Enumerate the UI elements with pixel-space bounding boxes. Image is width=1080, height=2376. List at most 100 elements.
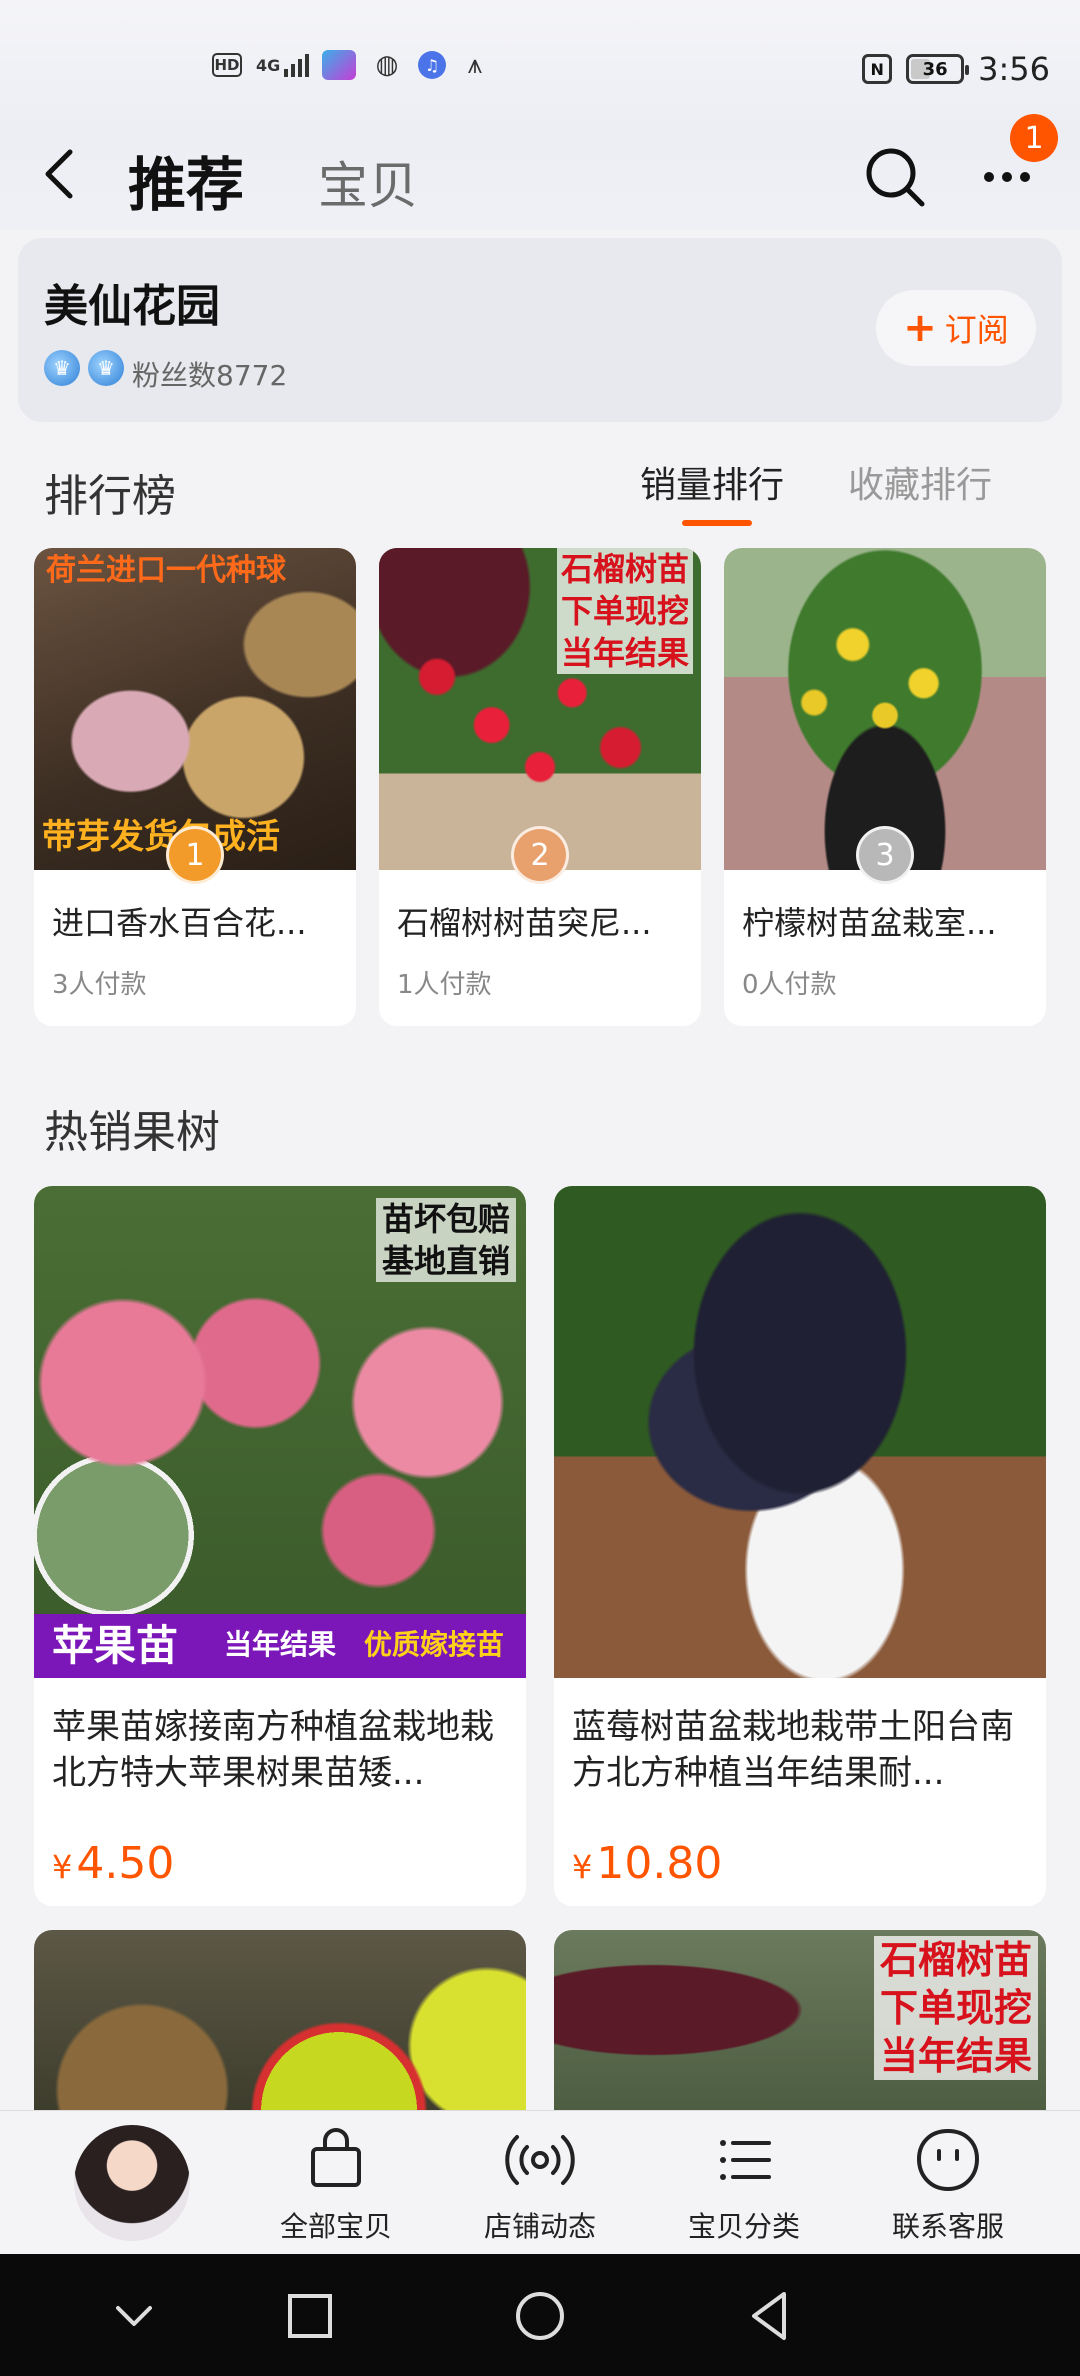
tab-recommend[interactable]: 推荐 (128, 138, 244, 222)
tool-label: 店铺动态 (483, 2210, 596, 2243)
alipay-icon: ⩚ (467, 49, 483, 80)
currency-symbol: ¥ (52, 1848, 73, 1886)
crown-icon: ♛ (44, 350, 80, 386)
payers-count: 0人付款 (742, 970, 837, 1000)
price-value: 10.80 (596, 1838, 723, 1889)
crown-icon: ♛ (88, 350, 124, 386)
signal-icon: 4G (256, 50, 310, 80)
tool-label: 全部宝贝 (279, 2210, 392, 2243)
music-icon: ♫ (418, 51, 446, 79)
top-nav: 推荐 宝贝 (0, 120, 1080, 230)
collapse-chevron-icon[interactable] (104, 2286, 164, 2346)
product-card[interactable]: 石榴树苗 下单现挖 当年结果 (554, 1930, 1046, 2130)
product-title: 进口香水百合花... (52, 904, 307, 942)
customer-service-button[interactable]: 联系客服 (858, 2123, 1038, 2253)
product-image: 石榴树苗 下单现挖 当年结果 (379, 548, 701, 870)
wechat-icon: ◍ (375, 50, 399, 80)
overlay-text-block: 石榴树苗 下单现挖 当年结果 (556, 548, 693, 674)
bottom-toolbar: 全部宝贝 店铺动态 宝贝分类 联系客服 (0, 2110, 1080, 2254)
shop-header: 美仙花园 ♛ ♛ 粉丝数8772 + 订阅 (18, 238, 1062, 422)
tab-favorites-rank[interactable]: 收藏排行 (848, 456, 992, 508)
shop-avatar[interactable] (74, 2125, 190, 2241)
ranking-card[interactable]: 荷兰进口一代种球 带芽发货包成活 1 进口香水百合花... 3人付款 (34, 548, 356, 1026)
price-value: 4.50 (76, 1838, 175, 1889)
status-bar: HD 4G ◍ ♫ ⩚ N 36 3:56 (0, 0, 1080, 136)
all-items-button[interactable]: 全部宝贝 (246, 2123, 426, 2253)
shop-level: ♛ ♛ (44, 350, 124, 386)
product-image: 苗坏包赔 基地直销 苹果苗 当年结果 优质嫁接苗 (34, 1186, 526, 1678)
product-card[interactable]: 苗坏包赔 基地直销 苹果苗 当年结果 优质嫁接苗 苹果苗嫁接南方种植盆栽地栽北方… (34, 1186, 526, 1906)
overlay-text-block: 石榴树苗 下单现挖 当年结果 (873, 1936, 1038, 2080)
system-nav-bar (0, 2254, 1080, 2376)
list-icon (720, 2140, 771, 2180)
subscribe-label: 订阅 (944, 311, 1009, 349)
hd-icon: HD (212, 53, 242, 77)
customer-service-icon (916, 2128, 980, 2192)
battery-level: 36 (922, 58, 948, 80)
overlay-text: 荷兰进口一代种球 (46, 553, 286, 588)
overlay-text-block: 苗坏包赔 基地直销 (375, 1198, 516, 1282)
overlay-line: 下单现挖 (879, 1986, 1032, 2030)
nfc-icon: N (862, 54, 893, 84)
rank-medal-gold: 1 (166, 826, 224, 884)
tool-label: 联系客服 (891, 2210, 1004, 2243)
back-triangle-icon[interactable] (740, 2286, 800, 2346)
status-icons-right: N 36 3:56 (862, 50, 1050, 88)
product-image (724, 548, 1046, 870)
ranking-card[interactable]: 石榴树苗 下单现挖 当年结果 2 石榴树树苗突尼... 1人付款 (379, 548, 701, 1026)
item-categories-button[interactable]: 宝贝分类 (654, 2123, 834, 2253)
product-image (554, 1186, 1046, 1678)
product-card[interactable]: 蓝莓树苗盆栽地栽带土阳台南方北方种植当年结果耐... ¥10.80 (554, 1186, 1046, 1906)
overlay-line: 石榴树苗 (879, 1938, 1032, 1982)
recent-apps-icon[interactable] (280, 2286, 340, 2346)
product-title: 柠檬树苗盆栽室... (742, 904, 997, 942)
search-icon[interactable] (862, 144, 928, 210)
ranking-card[interactable]: 3 柠檬树苗盆栽室... 0人付款 (724, 548, 1046, 1026)
broadcast-icon (505, 2135, 575, 2185)
rank-medal-silver: 2 (511, 826, 569, 884)
shopping-bag-icon (311, 2128, 361, 2187)
more-badge: 1 (1010, 114, 1058, 162)
overlay-line: 石榴树苗 (560, 550, 689, 588)
overlay-line: 苗坏包赔 (381, 1200, 510, 1238)
ranking-tabs: 销量排行 收藏排行 (640, 456, 992, 526)
network-type: 4G (256, 55, 281, 75)
back-arrow-icon[interactable] (36, 144, 86, 204)
payers-count: 1人付款 (397, 970, 492, 1000)
ranking-title: 排行榜 (44, 471, 176, 522)
status-icons-left: HD 4G ◍ ♫ ⩚ (212, 50, 490, 80)
subscribe-button[interactable]: + 订阅 (876, 290, 1036, 366)
product-title: 蓝莓树苗盆栽地栽带土阳台南方北方种植当年结果耐... (572, 1707, 1014, 1793)
tab-items[interactable]: 宝贝 (318, 146, 418, 218)
payers-count: 3人付款 (52, 970, 147, 1000)
overlay-line: 当年结果 (879, 2034, 1032, 2078)
rank-medal-bronze: 3 (856, 826, 914, 884)
hot-section-title: 热销果树 (44, 1107, 220, 1158)
overlay-line: 当年结果 (560, 634, 689, 672)
overlay-banner-title: 苹果苗 (52, 1621, 179, 1670)
shop-updates-button[interactable]: 店铺动态 (450, 2123, 630, 2253)
overlay-line: 下单现挖 (560, 592, 689, 630)
overlay-banner-text: 优质嫁接苗 (364, 1628, 505, 1661)
fans-count: 粉丝数8772 (132, 359, 288, 392)
tool-label: 宝贝分类 (687, 2210, 800, 2243)
overlay-line: 基地直销 (381, 1242, 510, 1280)
overlay-banner: 苹果苗 当年结果 优质嫁接苗 (34, 1614, 526, 1678)
overlay-banner-text: 当年结果 (224, 1628, 337, 1661)
currency-symbol: ¥ (572, 1848, 593, 1886)
product-image: 荷兰进口一代种球 带芽发货包成活 (34, 548, 356, 870)
product-price: ¥4.50 (52, 1838, 174, 1889)
product-price: ¥10.80 (572, 1838, 722, 1889)
product-card[interactable] (34, 1930, 526, 2130)
product-image (34, 1930, 526, 2130)
overlay-text: 带芽发货包成活 (42, 817, 280, 857)
product-title: 石榴树树苗突尼... (397, 904, 652, 942)
home-icon[interactable] (510, 2286, 570, 2346)
product-title: 苹果苗嫁接南方种植盆栽地栽北方特大苹果树果苗矮... (52, 1707, 494, 1793)
app-notification-icon (322, 50, 356, 80)
shop-name[interactable]: 美仙花园 (44, 270, 220, 334)
plus-icon: + (903, 305, 937, 351)
clock: 3:56 (978, 50, 1050, 88)
tab-sales-rank[interactable]: 销量排行 (640, 456, 784, 526)
battery-icon: 36 (906, 54, 970, 84)
